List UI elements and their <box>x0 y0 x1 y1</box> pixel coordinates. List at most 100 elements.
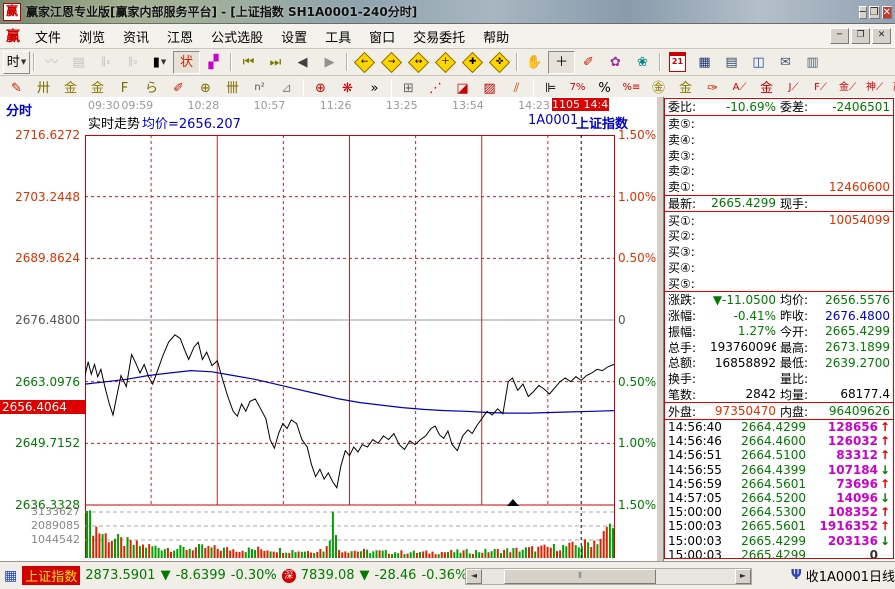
shell-tool-icon[interactable]: ❀ <box>629 51 656 74</box>
panel-row: 笔数:2842均量:68177.4 <box>665 387 893 404</box>
quote-table-icon[interactable]: ▦ <box>4 568 17 584</box>
print-icon[interactable]: ▥ <box>799 51 826 74</box>
crosshair-tool-icon[interactable]: ＋ <box>548 51 575 74</box>
panel-value: 96409626 <box>824 404 890 418</box>
zhuang-button[interactable]: 状 <box>173 51 200 74</box>
trade-price: 2664.4399 <box>728 463 806 477</box>
time-axis-label: 10:28 <box>171 99 219 112</box>
trade-time: 14:56:59 <box>668 477 728 491</box>
trade-time: 15:00:03 <box>668 534 728 548</box>
gann-shift-left-icon[interactable]: ← <box>351 51 378 74</box>
panel-row: 卖②: <box>665 163 893 179</box>
gann-expand-h-icon[interactable]: ↔ <box>405 51 432 74</box>
trade-row: 14:57:052664.520014096↓ <box>665 491 893 505</box>
mdi-restore-button[interactable]: ❐ <box>851 28 870 44</box>
mdi-minimize-button[interactable]: ─ <box>830 28 849 44</box>
gann-compress-icon[interactable]: ✚ <box>459 51 486 74</box>
panel-label: 卖②: <box>668 162 710 179</box>
scrollbar-thumb[interactable]: ⦀ <box>504 569 656 584</box>
menu-item-5[interactable]: 设置 <box>272 25 316 48</box>
bars9-icon[interactable]: ‖₉ <box>119 51 146 74</box>
mdi-close-button[interactable]: ✕ <box>872 28 891 44</box>
time-axis-label: 09:59 <box>105 99 153 112</box>
index-badge[interactable]: 上证指数 <box>22 566 80 585</box>
intraday-chart-area[interactable]: 分时 09:3009:5910:2810:5711:2613:2513:5414… <box>0 97 656 561</box>
panel-value: -10.69% <box>710 100 776 114</box>
panel-label: 涨跌: <box>668 291 710 308</box>
trade-row: 15:00:002664.5300108352↑ <box>665 505 893 519</box>
horizontal-scrollbar[interactable]: ◄ ⦀ ► <box>465 568 752 585</box>
minimize-button[interactable]: ─ <box>859 6 867 19</box>
panel-label: 量比: <box>780 370 824 387</box>
gann-expand-all-icon[interactable]: ＋ <box>432 51 459 74</box>
trend-overview-icon[interactable]: 〰 <box>38 51 65 74</box>
report-icon[interactable]: ▤ <box>65 51 92 74</box>
time-axis-label: 14:23 <box>502 99 550 112</box>
menu-item-7[interactable]: 窗口 <box>360 25 404 48</box>
panel-row: 委比:-10.69%委差:-2406501 <box>665 99 893 116</box>
menu-item-3[interactable]: 江恩 <box>158 25 202 48</box>
panel-label: 委差: <box>780 98 824 115</box>
menu-item-2[interactable]: 资讯 <box>114 25 158 48</box>
trade-volume: 1916352 <box>806 519 878 533</box>
sz-index-pct: -0.36% <box>421 568 467 583</box>
panel-value: 193760096 <box>710 340 776 354</box>
scroll-left-arrow-icon[interactable]: ◄ <box>466 569 482 584</box>
volume-axis-label: 1044542 <box>0 533 80 546</box>
trade-tick-list[interactable]: 14:56:402664.4299128656↑14:56:462664.460… <box>665 420 893 559</box>
save-icon[interactable]: ◫ <box>745 51 772 74</box>
volume-paint-icon[interactable]: ▞ <box>200 51 227 74</box>
price-axis-label: 2716.6272 <box>0 128 80 142</box>
notes-icon[interactable]: ▤ <box>718 51 745 74</box>
pct-axis-label: 0 <box>618 313 626 327</box>
panel-splitter[interactable] <box>656 97 664 561</box>
panel-row: 换手:量比: <box>665 371 893 387</box>
flower-tool-icon[interactable]: ✿ <box>602 51 629 74</box>
shenzhen-index-icon[interactable]: 深 <box>282 569 296 583</box>
menu-item-8[interactable]: 交易委托 <box>404 25 474 48</box>
panel-label: 卖④: <box>668 131 710 148</box>
next-page-button[interactable]: ▶ <box>316 51 343 74</box>
panel-row: 卖③: <box>665 147 893 163</box>
kline-button[interactable]: ▮▼ <box>146 51 173 74</box>
scroll-right-arrow-icon[interactable]: ► <box>735 569 751 584</box>
trade-row: 14:56:402664.4299128656↑ <box>665 420 893 434</box>
calculator-icon[interactable]: ▦ <box>691 51 718 74</box>
trade-volume: 126032 <box>806 434 878 448</box>
price-axis-label: 2703.2448 <box>0 190 80 204</box>
panel-label: 昨收: <box>780 307 824 324</box>
sh-index-pct: -0.30% <box>231 568 277 583</box>
gann-shift-right-icon[interactable]: → <box>378 51 405 74</box>
panel-row: 买③: <box>665 244 893 260</box>
down-arrow-icon: ↓ <box>878 463 890 477</box>
period-button[interactable]: 时▼ <box>3 51 30 74</box>
maximize-button[interactable]: ❐ <box>869 6 880 19</box>
menu-item-0[interactable]: 文件 <box>26 25 70 48</box>
draw-pen-icon[interactable]: ✐ <box>575 51 602 74</box>
content-area: 分时 09:3009:5910:2810:5711:2613:2513:5414… <box>0 97 895 561</box>
panel-label: 总额: <box>668 354 710 371</box>
export-mail-icon[interactable]: ✉ <box>772 51 799 74</box>
pct-axis-label: 0.50% <box>618 251 656 265</box>
panel-row: 买①:10054099 <box>665 212 893 228</box>
gann-center-icon[interactable]: ✜ <box>486 51 513 74</box>
calendar-icon[interactable]: 21 <box>664 51 691 74</box>
menu-item-1[interactable]: 浏览 <box>70 25 114 48</box>
trade-row: 14:56:552664.4399107184↓ <box>665 463 893 477</box>
time-axis-label: 10:57 <box>237 99 285 112</box>
panel-label: 买⑤: <box>668 275 710 292</box>
close-button[interactable]: ✕ <box>882 6 892 19</box>
cursor-time-badge: 1105 14:45 <box>552 98 609 111</box>
pan-tool-icon[interactable]: ✋ <box>521 51 548 74</box>
intraday-plot[interactable] <box>85 135 616 559</box>
menu-item-6[interactable]: 工具 <box>316 25 360 48</box>
first-page-button[interactable]: ⏮ <box>235 51 262 74</box>
toolbar-separator <box>391 79 392 97</box>
prev-page-button[interactable]: ◀ <box>289 51 316 74</box>
window-title: 赢家江恩专业版[赢家内部服务平台] - [上证指数 SH1A0001-240分时… <box>26 3 852 20</box>
menu-item-9[interactable]: 帮助 <box>474 25 518 48</box>
mode-label: 分时 <box>6 100 32 119</box>
last-page-button[interactable]: ⏭ <box>262 51 289 74</box>
bars3-icon[interactable]: ‖₃ <box>92 51 119 74</box>
menu-item-4[interactable]: 公式选股 <box>202 25 272 48</box>
